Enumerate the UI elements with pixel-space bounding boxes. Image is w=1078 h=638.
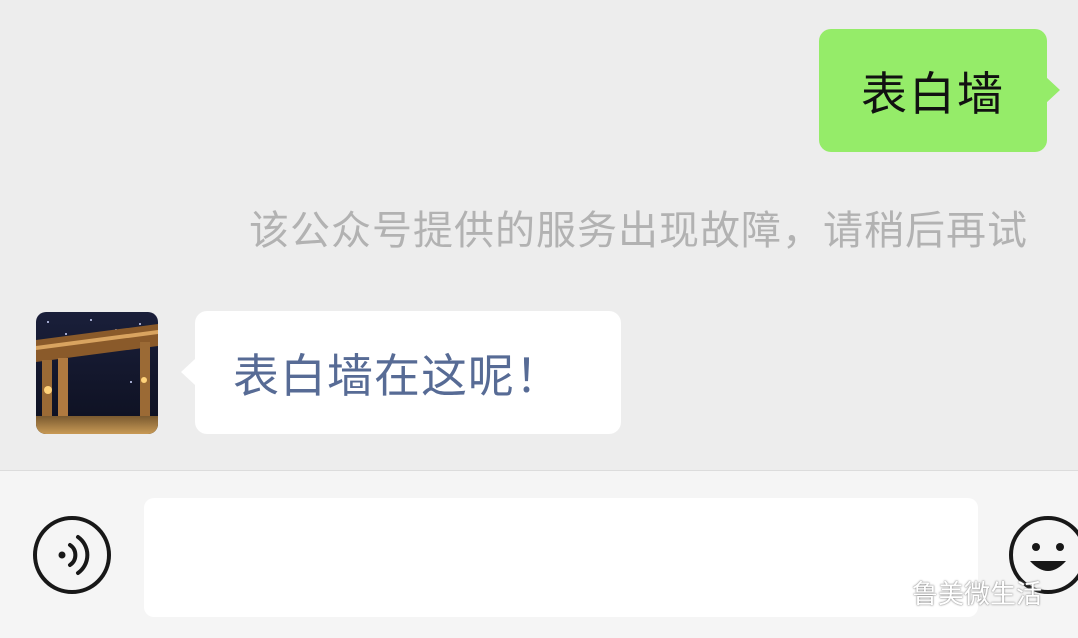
message-input[interactable] [144, 498, 978, 617]
incoming-message-bubble[interactable]: 表白墙在这呢！ [181, 311, 621, 434]
incoming-message-link[interactable]: 表白墙在这呢！ [233, 340, 562, 406]
voice-button[interactable] [32, 515, 112, 595]
watermark-text: 鲁美微生活 [912, 579, 1043, 610]
watermark: 鲁美微生活 [866, 574, 1042, 610]
outgoing-message-bubble[interactable]: 表白墙 [819, 29, 1060, 152]
avatar-image [36, 312, 158, 434]
outgoing-message-text: 表白墙 [861, 66, 1005, 121]
wechat-icon [867, 577, 904, 606]
voice-icon [33, 516, 111, 594]
chat-area: 表白墙 该公众号提供的服务出现故障，请稍后再试 表白墙在这呢！ [0, 0, 1078, 470]
input-bar [0, 470, 1078, 638]
official-account-avatar[interactable] [36, 312, 158, 434]
system-notice: 该公众号提供的服务出现故障，请稍后再试 [249, 208, 1028, 254]
